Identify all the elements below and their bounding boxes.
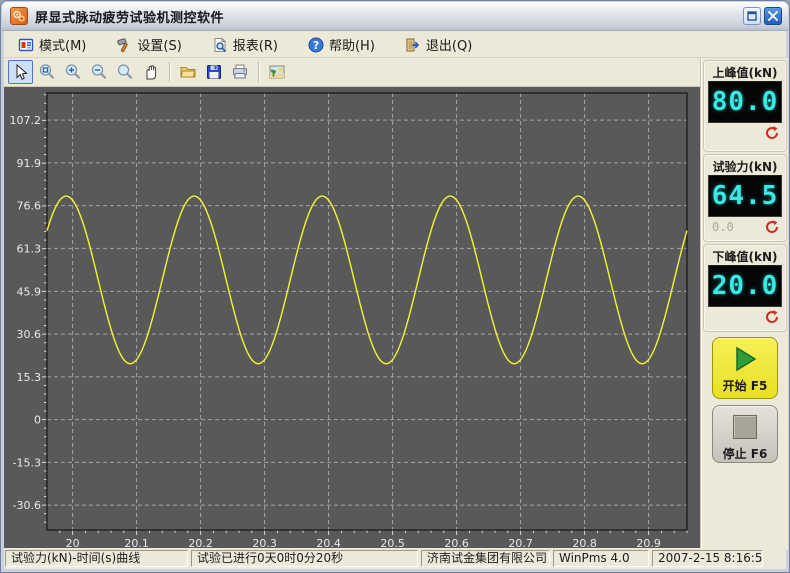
svg-text:91.9: 91.9 (17, 157, 42, 170)
upper-peak-label: 上峰值(kN) (704, 61, 786, 79)
image-icon (268, 63, 286, 81)
svg-text:?: ? (313, 40, 319, 52)
chart-plot[interactable]: 2020.120.220.320.420.520.620.720.820.910… (4, 87, 700, 550)
status-curve-name: 试验力(kN)-时间(s)曲线 (5, 550, 188, 567)
pan-hand-icon (142, 63, 160, 81)
menu-item-label: 模式(M) (39, 35, 86, 54)
status-company: 济南试金集团有限公司 (421, 550, 550, 567)
test-force-secondary-value: 0.0 (712, 220, 734, 234)
svg-text:45.9: 45.9 (17, 285, 42, 298)
lower-peak-value: 20.0 (712, 271, 779, 301)
maximize-button[interactable] (743, 7, 761, 25)
upper-peak-value: 80.0 (712, 87, 779, 117)
control-panel: 上峰值(kN) 80.0 试验力(kN) 64.5 0.0 (700, 58, 788, 550)
menu-item-mode[interactable]: 模式(M) (10, 32, 94, 57)
zoom-window-icon (38, 63, 56, 81)
menu-item-label: 帮助(H) (329, 35, 375, 54)
toolbar-separator (258, 62, 259, 82)
zoom-out-tool-button[interactable] (86, 60, 111, 84)
pan-tool-button[interactable] (138, 60, 163, 84)
test-force-group: 试验力(kN) 64.5 0.0 (703, 154, 787, 242)
menu-item-exit[interactable]: 退出(Q) (397, 32, 480, 57)
app-icon (10, 7, 28, 25)
maximize-icon (747, 11, 757, 21)
svg-text:-15.3: -15.3 (13, 456, 41, 469)
pointer-tool-button[interactable] (8, 60, 33, 84)
menu-item-label: 设置(S) (137, 35, 181, 54)
title-bar[interactable]: 屏显式脉动疲劳试验机测控软件 (2, 2, 788, 31)
start-button-label: 开始 F5 (713, 377, 777, 394)
menu-bar: 模式(M) 设置(S) 报表(R) ? 帮助(H) (4, 32, 786, 58)
image-view-button[interactable] (264, 60, 289, 84)
print-icon (231, 63, 249, 81)
print-button[interactable] (227, 60, 252, 84)
stop-button[interactable]: 停止 F6 (712, 405, 778, 463)
lower-peak-label: 下峰值(kN) (704, 245, 786, 263)
status-software-version: WinPms 4.0 (553, 550, 649, 567)
upper-peak-refresh-button[interactable] (764, 125, 780, 141)
pointer-icon (12, 63, 30, 81)
upper-peak-group: 上峰值(kN) 80.0 (703, 60, 787, 152)
magnifier-tool-button[interactable] (112, 60, 137, 84)
gears-icon (12, 9, 26, 23)
upper-peak-display: 80.0 (708, 81, 782, 123)
svg-text:30.6: 30.6 (17, 328, 42, 341)
menu-item-label: 报表(R) (233, 35, 278, 54)
save-icon (205, 63, 223, 81)
status-datetime: 2007-2-15 8:16:53 (652, 550, 763, 567)
lower-peak-group: 下峰值(kN) 20.0 (703, 244, 787, 332)
test-force-value: 64.5 (712, 181, 779, 211)
status-elapsed-time: 试验已进行0天0时0分20秒 (191, 550, 418, 567)
svg-text:61.3: 61.3 (17, 242, 42, 255)
close-button[interactable] (764, 7, 782, 25)
force-time-curve: 2020.120.220.320.420.520.620.720.820.910… (4, 87, 700, 550)
close-icon (768, 11, 778, 21)
play-icon (730, 344, 760, 374)
menu-item-help[interactable]: ? 帮助(H) (300, 32, 383, 57)
menu-item-label: 退出(Q) (426, 35, 472, 54)
toolbar-separator (169, 62, 170, 82)
app-window: 屏显式脉动疲劳试验机测控软件 (0, 0, 790, 573)
exit-door-icon (405, 37, 421, 53)
magnifier-icon (116, 63, 134, 81)
window-title: 屏显式脉动疲劳试验机测控软件 (35, 7, 224, 26)
stop-button-label: 停止 F6 (713, 445, 777, 462)
start-button[interactable]: 开始 F5 (712, 337, 778, 399)
zoom-window-tool-button[interactable] (34, 60, 59, 84)
menu-item-settings[interactable]: 设置(S) (108, 32, 189, 57)
menu-item-report[interactable]: 报表(R) (204, 32, 286, 57)
test-force-display: 64.5 (708, 175, 782, 217)
svg-text:15.3: 15.3 (17, 371, 42, 384)
svg-text:76.6: 76.6 (17, 200, 42, 213)
svg-text:-30.6: -30.6 (13, 499, 41, 512)
mode-icon (18, 37, 34, 53)
svg-text:107.2: 107.2 (10, 114, 42, 127)
stop-icon (733, 415, 757, 439)
test-force-label: 试验力(kN) (704, 155, 786, 173)
open-file-button[interactable] (175, 60, 200, 84)
status-bar: 试验力(kN)-时间(s)曲线 试验已进行0天0时0分20秒 济南试金集团有限公… (4, 548, 786, 569)
zoom-in-tool-button[interactable] (60, 60, 85, 84)
save-button[interactable] (201, 60, 226, 84)
test-force-refresh-button[interactable] (764, 219, 780, 235)
settings-hammer-icon (116, 37, 132, 53)
lower-peak-display: 20.0 (708, 265, 782, 307)
zoom-in-icon (64, 63, 82, 81)
open-folder-icon (179, 63, 197, 81)
report-preview-icon (212, 37, 228, 53)
lower-peak-refresh-button[interactable] (764, 309, 780, 325)
svg-text:0: 0 (34, 414, 41, 427)
zoom-out-icon (90, 63, 108, 81)
help-icon: ? (308, 37, 324, 53)
toolbar (4, 58, 700, 87)
